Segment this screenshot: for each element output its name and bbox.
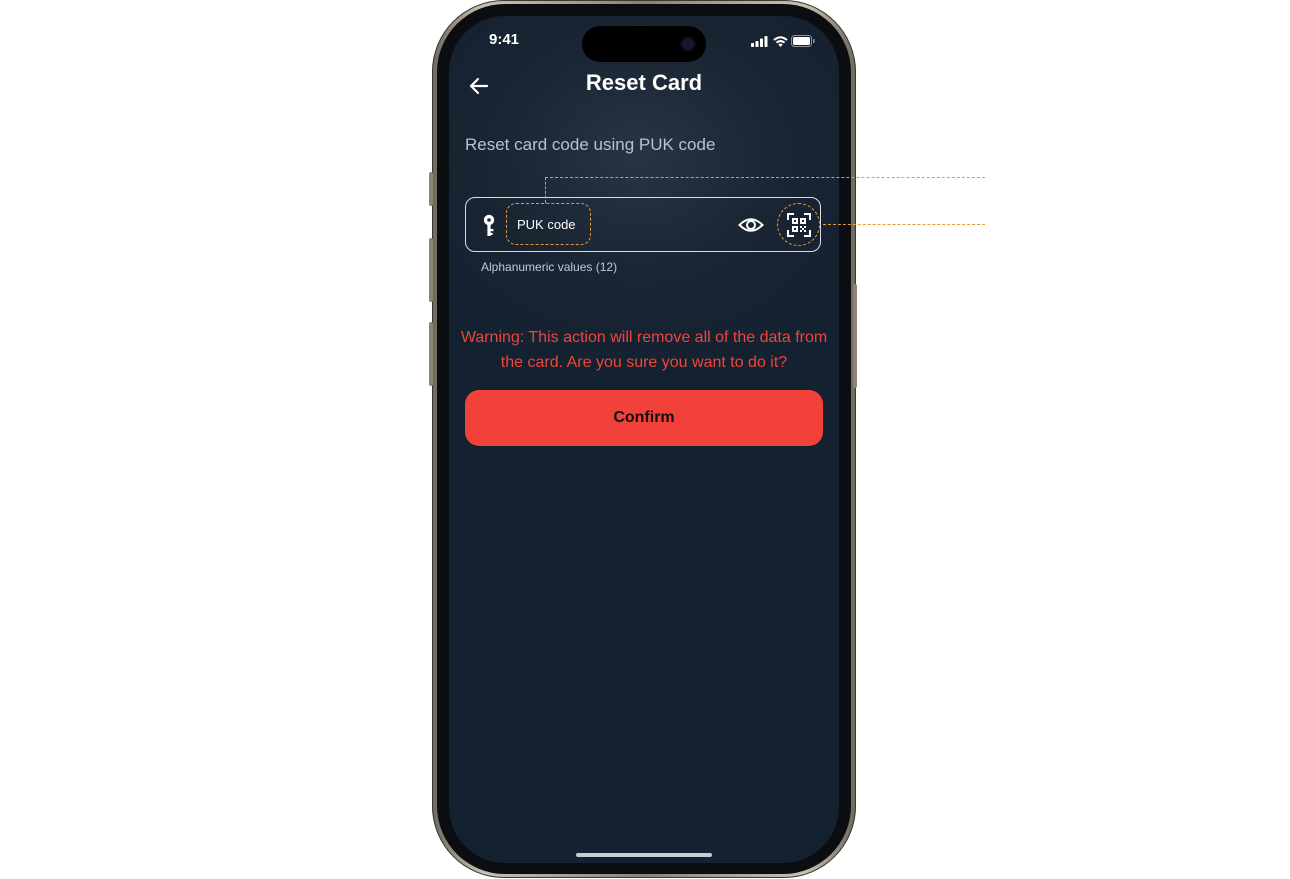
signal-icon [751, 36, 768, 47]
confirm-button[interactable]: Confirm [465, 390, 823, 446]
instruction-text: Reset card code using PUK code [465, 135, 716, 154]
puk-code-field[interactable] [465, 197, 821, 252]
eye-icon[interactable] [738, 215, 764, 235]
battery-icon [791, 35, 815, 47]
status-time: 9:41 [489, 31, 520, 48]
helper-text: Alphanumeric values (12) [481, 260, 618, 274]
puk-code-input[interactable] [506, 203, 591, 245]
warning-text: Warning: This action will remove all of … [460, 329, 828, 371]
page-title: Reset Card [585, 70, 703, 95]
camera-icon [682, 38, 694, 50]
power-button [853, 284, 857, 388]
screen: 9:41 Reset Card Reset card code using PU… [449, 16, 839, 863]
action-button [429, 172, 433, 206]
qr-scan-button[interactable] [777, 203, 820, 246]
qr-scan-icon [786, 212, 811, 237]
dynamic-island [582, 26, 706, 62]
key-icon [483, 214, 495, 236]
home-indicator [576, 853, 712, 857]
annotation-line-puk-vertical [545, 177, 546, 203]
volume-up-button [429, 238, 433, 302]
volume-down-button [429, 322, 433, 386]
status-icons [751, 35, 815, 47]
annotation-line-puk [545, 177, 985, 178]
wifi-icon [773, 36, 788, 47]
annotation-line-qr [823, 224, 985, 225]
